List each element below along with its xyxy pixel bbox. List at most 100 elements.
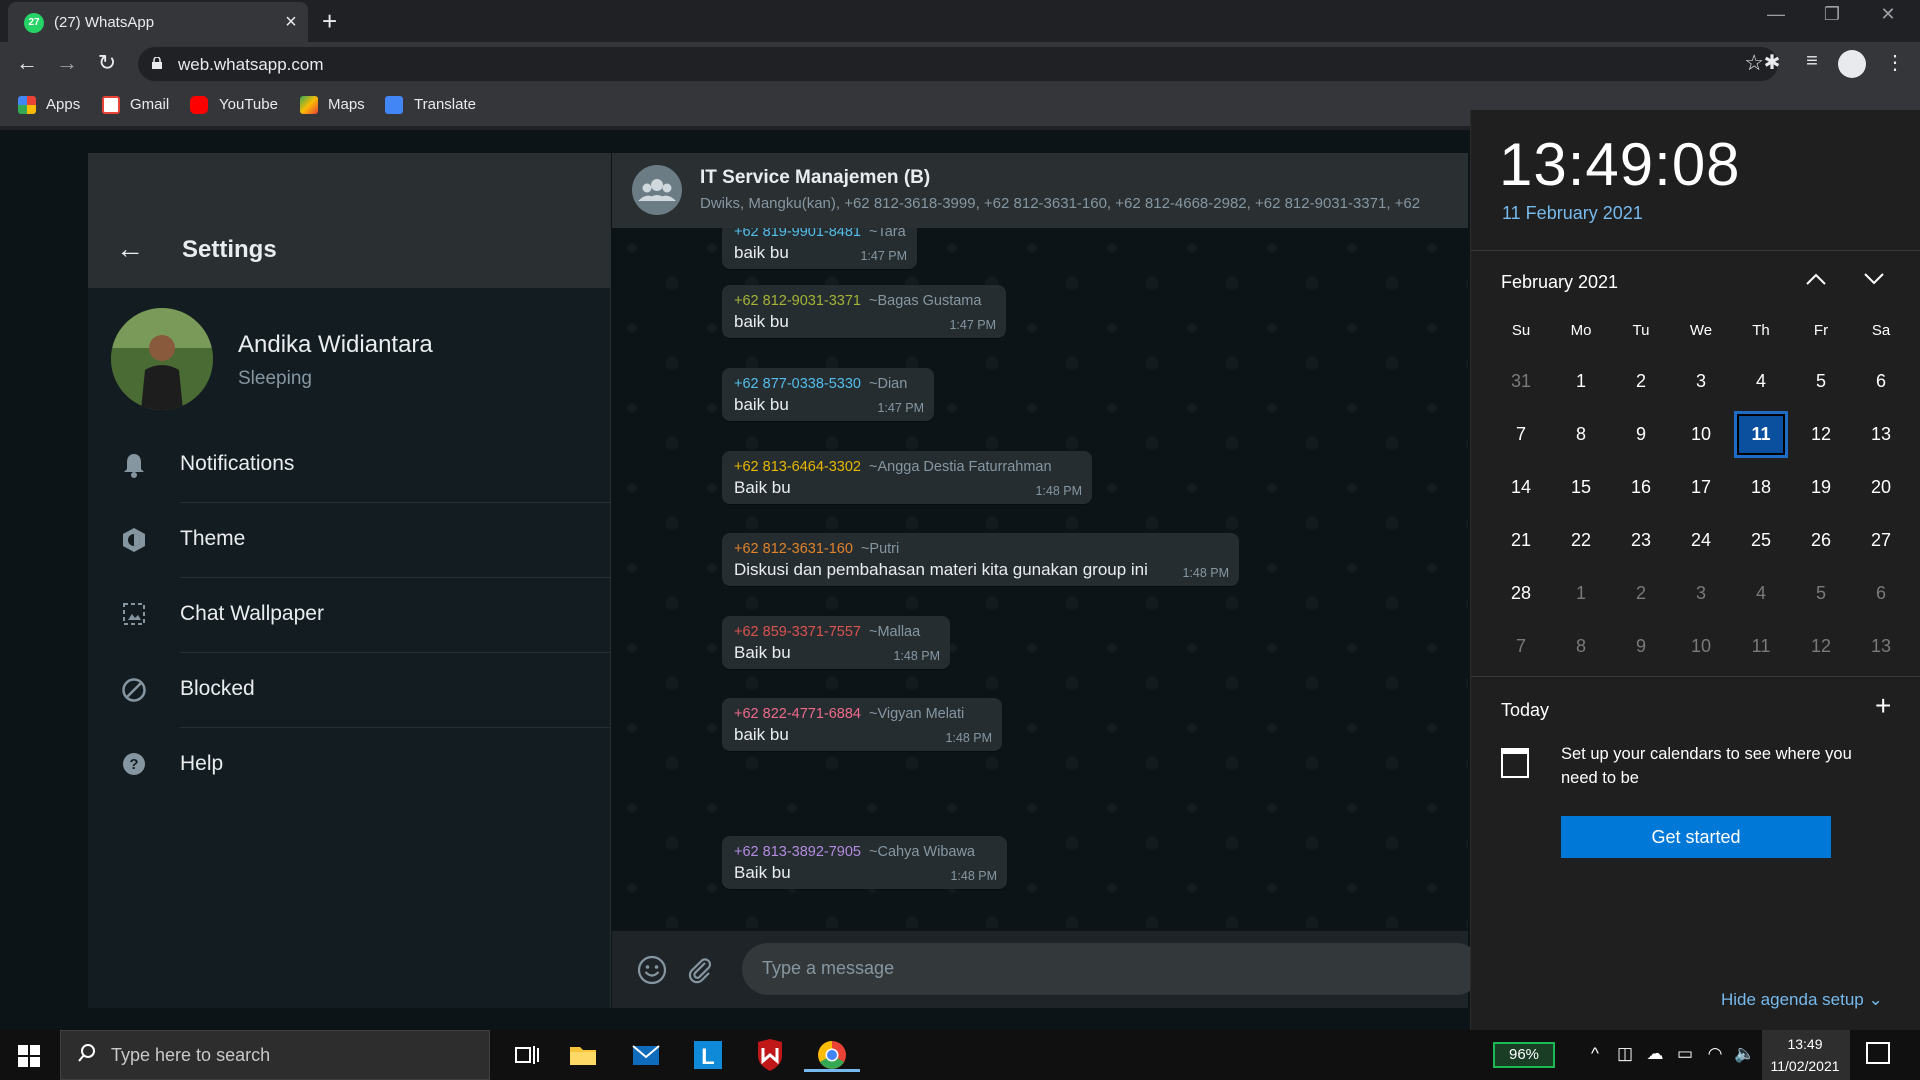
calendar-day[interactable]: 7 xyxy=(1491,408,1551,461)
calendar-day[interactable]: 18 xyxy=(1731,461,1791,514)
calendar-day[interactable]: 8 xyxy=(1551,408,1611,461)
task-view-icon[interactable] xyxy=(508,1038,544,1072)
sender-phone[interactable]: +62 819-9901-8481 xyxy=(734,228,861,240)
calendar-day[interactable]: 5 xyxy=(1791,355,1851,408)
sender-phone[interactable]: +62 859-3371-7557 xyxy=(734,624,861,640)
calendar-day[interactable]: 12 xyxy=(1791,620,1851,673)
back-icon[interactable]: ← xyxy=(12,50,42,76)
calendar-day[interactable]: 28 xyxy=(1491,567,1551,620)
calendar-day[interactable]: 2 xyxy=(1611,355,1671,408)
chrome-icon[interactable] xyxy=(804,1038,860,1072)
address-bar[interactable]: web.whatsapp.com ☆ xyxy=(138,47,1778,81)
windows-start-icon[interactable] xyxy=(18,1045,40,1067)
calendar-day[interactable]: 3 xyxy=(1671,567,1731,620)
chat-header[interactable]: IT Service Manajemen (B) Dwiks, Mangku(k… xyxy=(612,153,1468,228)
calendar-day[interactable]: 13 xyxy=(1851,408,1911,461)
profile-name[interactable]: Andika Widiantara xyxy=(238,331,433,359)
calendar-day[interactable]: 1 xyxy=(1551,567,1611,620)
minimize-icon[interactable]: — xyxy=(1756,4,1796,25)
mail-icon[interactable] xyxy=(628,1038,664,1072)
message-bubble[interactable]: +62 822-4771-6884 ~Vigyan Melati baik bu … xyxy=(722,698,1002,751)
calendar-day[interactable]: 3 xyxy=(1671,355,1731,408)
meet-now-icon[interactable]: ◫ xyxy=(1614,1044,1636,1064)
calendar-day[interactable]: 14 xyxy=(1491,461,1551,514)
chevron-down-icon[interactable] xyxy=(1859,266,1889,292)
menu-blocked[interactable]: Blocked xyxy=(88,653,611,728)
message-bubble[interactable]: +62 812-9031-3371 ~Bagas Gustama baik bu … xyxy=(722,285,1006,338)
hide-agenda-link[interactable]: Hide agenda setup ⌄ xyxy=(1721,990,1883,1010)
message-bubble[interactable]: +62 813-3892-7905 ~Cahya Wibawa Baik bu 1… xyxy=(722,836,1007,889)
lexicon-app-icon[interactable]: L xyxy=(690,1038,726,1072)
tab-close-icon[interactable]: × xyxy=(280,11,302,34)
message-bubble[interactable]: +62 813-6464-3302 ~Angga Destia Faturrahm… xyxy=(722,451,1092,504)
calendar-day[interactable]: 10 xyxy=(1671,408,1731,461)
message-bubble[interactable]: +62 812-3631-160 ~Putri Diskusi dan pemba… xyxy=(722,533,1239,586)
restore-icon[interactable]: ❐ xyxy=(1812,4,1852,25)
file-explorer-icon[interactable] xyxy=(565,1038,601,1072)
menu-help[interactable]: ? Help xyxy=(88,728,611,803)
calendar-day[interactable]: 24 xyxy=(1671,514,1731,567)
calendar-day[interactable]: 7 xyxy=(1491,620,1551,673)
battery-indicator[interactable]: 96% xyxy=(1493,1042,1555,1068)
calendar-day[interactable]: 31 xyxy=(1491,355,1551,408)
menu-chat-wallpaper[interactable]: Chat Wallpaper xyxy=(88,578,611,653)
sender-phone[interactable]: +62 812-9031-3371 xyxy=(734,293,861,309)
message-bubble[interactable]: +62 819-9901-8481 ~Tara baik bu 1:47 PM xyxy=(722,228,917,269)
attach-paperclip-icon[interactable] xyxy=(684,955,716,987)
calendar-day[interactable]: 4 xyxy=(1731,567,1791,620)
message-input[interactable]: Type a message xyxy=(742,943,1482,995)
reload-icon[interactable]: ↻ xyxy=(92,50,122,76)
chevron-up-icon[interactable]: ^ xyxy=(1584,1044,1606,1064)
extensions-icon[interactable]: ✱ xyxy=(1757,50,1787,75)
calendar-day[interactable]: 27 xyxy=(1851,514,1911,567)
mcafee-icon[interactable] xyxy=(752,1038,788,1072)
calendar-day[interactable]: 1 xyxy=(1551,355,1611,408)
sender-phone[interactable]: +62 812-3631-160 xyxy=(734,541,853,557)
taskbar-search[interactable]: Type here to search xyxy=(60,1030,490,1080)
get-started-button[interactable]: Get started xyxy=(1561,816,1831,858)
group-avatar-icon[interactable] xyxy=(632,165,682,215)
calendar-day[interactable]: 13 xyxy=(1851,620,1911,673)
calendar-day[interactable]: 10 xyxy=(1671,620,1731,673)
bookmark-gmail[interactable]: Gmail xyxy=(130,96,169,113)
close-window-icon[interactable]: ✕ xyxy=(1868,4,1908,25)
calendar-day[interactable]: 25 xyxy=(1731,514,1791,567)
new-tab-icon[interactable]: + xyxy=(322,6,337,37)
calendar-day[interactable]: 5 xyxy=(1791,567,1851,620)
profile-avatar[interactable] xyxy=(111,308,213,410)
add-event-icon[interactable]: + xyxy=(1875,690,1891,722)
calendar-day[interactable]: 11 xyxy=(1731,620,1791,673)
calendar-day[interactable]: 9 xyxy=(1611,408,1671,461)
calendar-day[interactable]: 21 xyxy=(1491,514,1551,567)
bookmark-youtube[interactable]: YouTube xyxy=(219,96,278,113)
message-bubble[interactable]: +62 877-0338-5330 ~Dian baik bu 1:47 PM xyxy=(722,368,934,421)
calendar-day[interactable]: 2 xyxy=(1611,567,1671,620)
calendar-day[interactable]: 22 xyxy=(1551,514,1611,567)
sender-phone[interactable]: +62 813-3892-7905 xyxy=(734,844,861,860)
chevron-up-icon[interactable] xyxy=(1801,266,1831,292)
menu-notifications[interactable]: Notifications xyxy=(88,428,611,503)
volume-icon[interactable]: 🔈 xyxy=(1734,1044,1756,1064)
calendar-day[interactable]: 15 xyxy=(1551,461,1611,514)
bookmark-maps[interactable]: Maps xyxy=(328,96,365,113)
calendar-month[interactable]: February 2021 xyxy=(1501,272,1618,293)
calendar-day[interactable]: 19 xyxy=(1791,461,1851,514)
calendar-day[interactable]: 8 xyxy=(1551,620,1611,673)
calendar-day[interactable]: 4 xyxy=(1731,355,1791,408)
message-bubble[interactable]: +62 859-3371-7557 ~Mallaa Baik bu 1:48 PM xyxy=(722,616,950,669)
calendar-day-today[interactable]: 11 xyxy=(1731,408,1791,461)
bookmark-apps[interactable]: Apps xyxy=(46,96,80,113)
wifi-icon[interactable]: ◠ xyxy=(1704,1044,1726,1064)
sender-phone[interactable]: +62 877-0338-5330 xyxy=(734,376,861,392)
sender-phone[interactable]: +62 822-4771-6884 xyxy=(734,706,861,722)
calendar-day[interactable]: 17 xyxy=(1671,461,1731,514)
flyout-date[interactable]: 11 February 2021 xyxy=(1502,203,1643,224)
back-arrow-icon[interactable]: ← xyxy=(116,233,144,265)
calendar-day[interactable]: 26 xyxy=(1791,514,1851,567)
forward-icon[interactable]: → xyxy=(52,50,82,76)
notification-center-icon[interactable] xyxy=(1866,1042,1890,1064)
menu-kebab-icon[interactable]: ⋮ xyxy=(1880,50,1910,75)
battery-icon[interactable]: ▭ xyxy=(1674,1044,1696,1064)
sender-phone[interactable]: +62 813-6464-3302 xyxy=(734,459,861,475)
calendar-day[interactable]: 20 xyxy=(1851,461,1911,514)
